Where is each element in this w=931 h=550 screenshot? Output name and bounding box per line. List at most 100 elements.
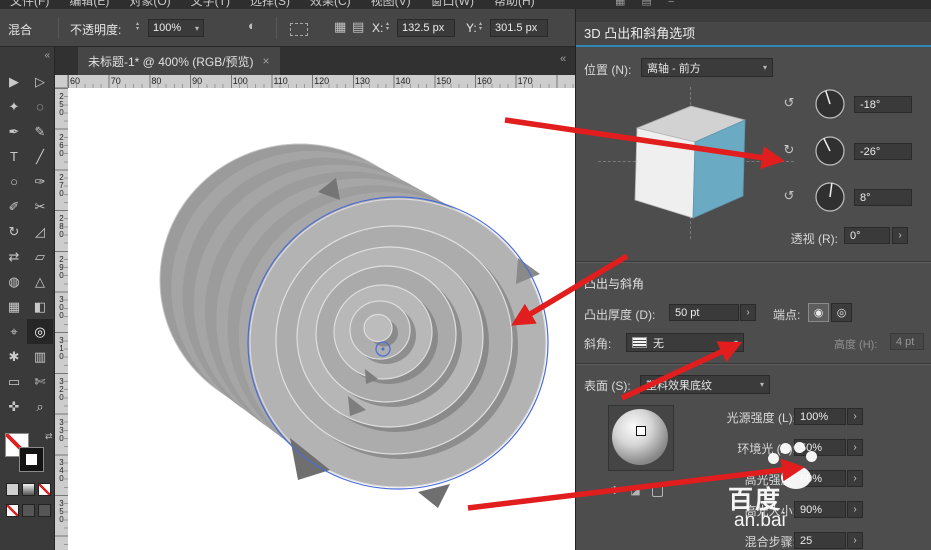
line-tool[interactable]: ╱: [27, 144, 53, 169]
rotation-dials[interactable]: [811, 86, 849, 212]
opacity-stepper[interactable]: ▴ ▾: [136, 21, 139, 32]
menu-item[interactable]: 视图(V): [371, 0, 411, 9]
eyedropper-tool[interactable]: ⌖: [1, 319, 27, 344]
selection-tool[interactable]: ▶: [1, 69, 27, 94]
shape-builder-tool[interactable]: ◍: [1, 269, 27, 294]
curvature-tool[interactable]: ✎: [27, 119, 53, 144]
vertical-ruler[interactable]: 250 260 270 280 290 300 310 320 330 340 350: [55, 88, 68, 550]
highlight-size-input[interactable]: 90%: [794, 501, 846, 518]
scissors-tool[interactable]: ✂: [27, 194, 53, 219]
position-dropdown[interactable]: 离轴 - 前方 ▾: [641, 58, 773, 77]
type-tool[interactable]: T: [1, 144, 27, 169]
extrude-depth-stepper-button[interactable]: ›: [740, 304, 756, 321]
width-tool[interactable]: ⇄: [1, 244, 27, 269]
hand-tool[interactable]: ✜: [1, 394, 27, 419]
mesh-tool[interactable]: ▦: [1, 294, 27, 319]
chevron-down-icon[interactable]: ▾: [191, 24, 199, 33]
stepper-down-icon[interactable]: ▾: [136, 26, 139, 32]
menu-extra-icon[interactable]: ≡: [668, 0, 674, 7]
ambient-light-input[interactable]: 50%: [794, 439, 846, 456]
close-icon[interactable]: ×: [263, 54, 270, 68]
cube-front-face[interactable]: [634, 127, 696, 219]
ambient-light-stepper-button[interactable]: ›: [847, 439, 863, 456]
direct-selection-tool[interactable]: ▷: [27, 69, 53, 94]
rotate-z-icon: ↺: [783, 188, 795, 203]
light-intensity-input[interactable]: 100%: [794, 408, 846, 425]
stroke-swatch[interactable]: [19, 447, 44, 472]
perspective-stepper-button[interactable]: ›: [892, 227, 908, 244]
horizontal-ruler[interactable]: 60 70 80 90 100 110 120 130 140 150 160 170: [68, 75, 575, 88]
highlight-size-stepper-button[interactable]: ›: [847, 501, 863, 518]
x-stepper[interactable]: ▴ ▾: [386, 21, 389, 32]
menu-item[interactable]: 选择(S): [250, 0, 290, 9]
menu-extra-icon[interactable]: ▤: [641, 0, 651, 7]
cube-preview[interactable]: [609, 86, 779, 238]
blend-steps-stepper-button[interactable]: ›: [847, 532, 863, 549]
ruler-origin-box[interactable]: [55, 75, 68, 88]
color-button[interactable]: [6, 483, 19, 496]
rotate-z-input[interactable]: 8°: [854, 189, 912, 206]
highlight-intensity-input[interactable]: 60%: [794, 470, 846, 487]
rotate-tool[interactable]: ↻: [1, 219, 27, 244]
toolbar-collapse-button[interactable]: «: [44, 50, 50, 61]
swap-fill-stroke-icon[interactable]: ⇄: [45, 431, 53, 442]
gradient-tool[interactable]: ◧: [27, 294, 53, 319]
perspective-grid-tool[interactable]: △: [27, 269, 53, 294]
symbol-sprayer-tool[interactable]: ✱: [1, 344, 27, 369]
menu-item[interactable]: 对象(O): [129, 0, 170, 9]
menu-item[interactable]: 帮助(H): [494, 0, 535, 9]
lasso-tool[interactable]: ◌: [27, 94, 53, 119]
rotate-x-input[interactable]: -18°: [854, 96, 912, 113]
menu-item[interactable]: 文件(F): [10, 0, 49, 9]
gradient-button[interactable]: [22, 483, 35, 496]
new-light-icon[interactable]: ✱: [610, 484, 619, 497]
menu-item[interactable]: 编辑(E): [69, 0, 109, 9]
extrude-depth-input[interactable]: 50 pt: [669, 304, 739, 321]
bevel-dropdown[interactable]: 无 ▾: [626, 333, 744, 352]
document-setup-icon[interactable]: ◐: [248, 18, 256, 33]
light-intensity-stepper-button[interactable]: ›: [847, 408, 863, 425]
menu-item[interactable]: 窗口(W): [431, 0, 474, 9]
light-handle[interactable]: [636, 426, 646, 436]
x-input[interactable]: 132.5 px: [397, 19, 455, 37]
opacity-input[interactable]: 100% ▾: [148, 19, 204, 37]
draw-behind-button[interactable]: [38, 504, 51, 517]
highlight-intensity-stepper-button[interactable]: ›: [847, 470, 863, 487]
paintbrush-tool[interactable]: ✑: [27, 169, 53, 194]
menu-item[interactable]: 效果(C): [310, 0, 351, 9]
column-graph-tool[interactable]: ▥: [27, 344, 53, 369]
dock-expand-button[interactable]: «: [560, 53, 566, 65]
menu-extra-icon[interactable]: ▦: [615, 0, 625, 7]
artboard-tool[interactable]: ▭: [1, 369, 27, 394]
cap-solid-button[interactable]: ◉: [808, 303, 829, 322]
none-swatch[interactable]: [6, 504, 19, 517]
pencil-tool[interactable]: ✐: [1, 194, 27, 219]
slice-tool[interactable]: ✄: [27, 369, 53, 394]
grid-icon[interactable]: ▦: [334, 19, 346, 35]
zoom-tool[interactable]: ⌕: [27, 394, 53, 419]
rotate-y-input[interactable]: -26°: [854, 143, 912, 160]
magic-wand-tool[interactable]: ✦: [1, 94, 27, 119]
ellipse-tool[interactable]: ○: [1, 169, 27, 194]
pen-tool[interactable]: ✒: [1, 119, 27, 144]
blend-tool[interactable]: ◎: [27, 319, 53, 344]
canvas-artwork-3d-disc[interactable]: [68, 88, 575, 550]
draw-normal-button[interactable]: [22, 504, 35, 517]
free-transform-tool[interactable]: ▱: [27, 244, 53, 269]
ruler-number: 90: [192, 76, 203, 86]
bounding-box-icon[interactable]: [290, 23, 308, 36]
y-stepper[interactable]: ▴ ▾: [479, 21, 482, 32]
stepper-down-icon[interactable]: ▾: [386, 26, 389, 32]
perspective-input[interactable]: 0°: [844, 227, 890, 244]
cap-hollow-button[interactable]: ◎: [831, 303, 852, 322]
ruler-number: 290: [57, 254, 66, 279]
align-icon[interactable]: ▤: [352, 19, 364, 35]
blend-steps-input[interactable]: 25: [794, 532, 846, 549]
surface-dropdown[interactable]: 塑料效果底纹 ▾: [640, 375, 770, 394]
y-input[interactable]: 301.5 px: [490, 19, 548, 37]
scale-tool[interactable]: ◿: [27, 219, 53, 244]
menu-item[interactable]: 文字(T): [191, 0, 230, 9]
document-tab[interactable]: 未标题-1* @ 400% (RGB/预览) ×: [78, 47, 280, 75]
none-button[interactable]: [38, 483, 51, 496]
stepper-down-icon[interactable]: ▾: [479, 26, 482, 32]
